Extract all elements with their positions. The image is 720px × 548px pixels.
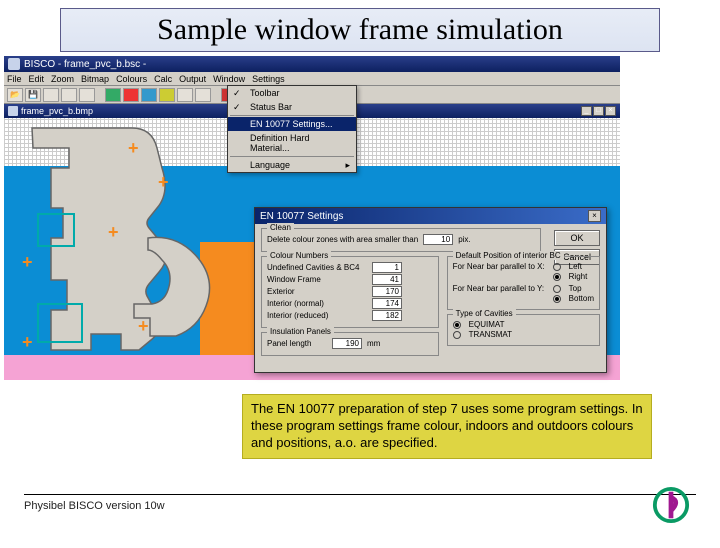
ins-legend: Insulation Panels [267, 327, 334, 336]
doc-tab-label: frame_pvc_b.bmp [21, 106, 93, 116]
interior-r-field[interactable]: 182 [372, 310, 402, 321]
menu-file[interactable]: File [7, 74, 22, 84]
svg-text:+: + [138, 316, 149, 336]
panel-unit: mm [367, 339, 380, 348]
nearbar-x-label: For Near bar parallel to X: [453, 262, 548, 271]
menu-colours[interactable]: Colours [116, 74, 147, 84]
insulation-panels-group: Insulation Panels Panel length190mm [261, 332, 439, 356]
pos-legend: Default Position of interior BC [453, 251, 564, 260]
interior-r-label: Interior (reduced) [267, 311, 367, 320]
dialog-close-icon[interactable]: × [588, 210, 601, 222]
svg-text:+: + [22, 332, 33, 352]
en10077-dialog: EN 10077 Settings × OK Cancel Clean Dele… [254, 207, 607, 373]
exterior-label: Exterior [267, 287, 367, 296]
menu-edit[interactable]: Edit [29, 74, 45, 84]
clean-group: Clean Delete colour zones with area smal… [261, 228, 541, 252]
menu-item-toolbar[interactable]: Toolbar [228, 86, 356, 100]
cavity-type-group: Type of Cavities EQUIMAT TRANSMAT [447, 314, 600, 346]
minimize-icon[interactable]: _ [581, 106, 592, 116]
clean-legend: Clean [267, 223, 294, 232]
panel-len-field[interactable]: 190 [332, 338, 362, 349]
dialog-titlebar: EN 10077 Settings × [255, 208, 606, 224]
svg-text:+: + [128, 138, 139, 158]
svg-text:+: + [108, 222, 119, 242]
tb-save-icon[interactable]: 💾 [25, 88, 41, 102]
caption-box: The EN 10077 preparation of step 7 uses … [242, 394, 652, 459]
default-position-group: Default Position of interior BC For Near… [447, 256, 600, 310]
clean-label: Delete colour zones with area smaller th… [267, 235, 418, 244]
menu-window[interactable]: Window [213, 74, 245, 84]
winframe-field[interactable]: 41 [372, 274, 402, 285]
settings-dropdown: Toolbar Status Bar EN 10077 Settings... … [227, 85, 357, 173]
ok-button[interactable]: OK [554, 230, 600, 246]
svg-text:+: + [22, 252, 33, 272]
menu-calc[interactable]: Calc [154, 74, 172, 84]
radio-top[interactable] [553, 285, 561, 293]
transmat-label: TRANSMAT [469, 330, 512, 339]
exterior-field[interactable]: 170 [372, 286, 402, 297]
doc-icon [8, 106, 18, 116]
svg-text:+: + [158, 172, 169, 192]
colour-numbers-group: Colour Numbers Undefined Cavities & BC41… [261, 256, 439, 328]
maximize-icon[interactable]: □ [593, 106, 604, 116]
undef-cav-label: Undefined Cavities & BC4 [267, 263, 367, 272]
tb-color-3[interactable] [141, 88, 157, 102]
menu-output[interactable]: Output [179, 74, 206, 84]
menu-bitmap[interactable]: Bitmap [81, 74, 109, 84]
tb-btn[interactable] [43, 88, 59, 102]
radio-bottom[interactable] [553, 295, 561, 303]
interior-n-field[interactable]: 174 [372, 298, 402, 309]
tb-color-2[interactable] [123, 88, 139, 102]
menu-item-statusbar[interactable]: Status Bar [228, 100, 356, 114]
menubar[interactable]: File Edit Zoom Bitmap Colours Calc Outpu… [4, 72, 620, 86]
nearbar-y-label: For Near bar parallel to Y: [453, 284, 548, 293]
clean-unit: pix. [458, 235, 470, 244]
top-label: Top [569, 284, 582, 293]
tb-btn[interactable] [79, 88, 95, 102]
dialog-title-text: EN 10077 Settings [260, 211, 343, 222]
colnum-legend: Colour Numbers [267, 251, 331, 260]
menu-item-language[interactable]: Language▸ [228, 158, 356, 172]
menu-settings[interactable]: Settings [252, 74, 285, 84]
cavtype-legend: Type of Cavities [453, 309, 516, 318]
clean-value-field[interactable]: 10 [423, 234, 453, 245]
tb-btn[interactable] [177, 88, 193, 102]
menu-item-en10077[interactable]: EN 10077 Settings... [228, 117, 356, 131]
footer-rule [24, 494, 696, 495]
close-icon[interactable]: × [605, 106, 616, 116]
radio-transmat[interactable] [453, 331, 461, 339]
right-label: Right [569, 272, 588, 281]
physibel-logo-icon [652, 486, 690, 524]
winframe-label: Window Frame [267, 275, 367, 284]
radio-right[interactable] [553, 273, 561, 281]
radio-equimat[interactable] [453, 321, 461, 329]
app-titlebar: BISCO - frame_pvc_b.bsc - [4, 56, 620, 72]
frame-profile: + + + + + + [12, 118, 242, 380]
radio-left[interactable] [553, 263, 561, 271]
bottom-label: Bottom [569, 294, 594, 303]
footer-text: Physibel BISCO version 10w [24, 500, 165, 512]
tb-open-icon[interactable]: 📂 [7, 88, 23, 102]
left-label: Left [569, 262, 582, 271]
slide-title: Sample window frame simulation [60, 8, 660, 52]
interior-n-label: Interior (normal) [267, 299, 367, 308]
app-icon [8, 58, 20, 70]
app-title-text: BISCO - frame_pvc_b.bsc - [24, 59, 146, 70]
tb-btn[interactable] [61, 88, 77, 102]
tb-color-1[interactable] [105, 88, 121, 102]
menu-item-defhard[interactable]: Definition Hard Material... [228, 131, 356, 155]
panel-len-label: Panel length [267, 339, 327, 348]
equimat-label: EQUIMAT [469, 320, 505, 329]
tb-color-4[interactable] [159, 88, 175, 102]
menu-zoom[interactable]: Zoom [51, 74, 74, 84]
tb-btn[interactable] [195, 88, 211, 102]
undef-cav-field[interactable]: 1 [372, 262, 402, 273]
